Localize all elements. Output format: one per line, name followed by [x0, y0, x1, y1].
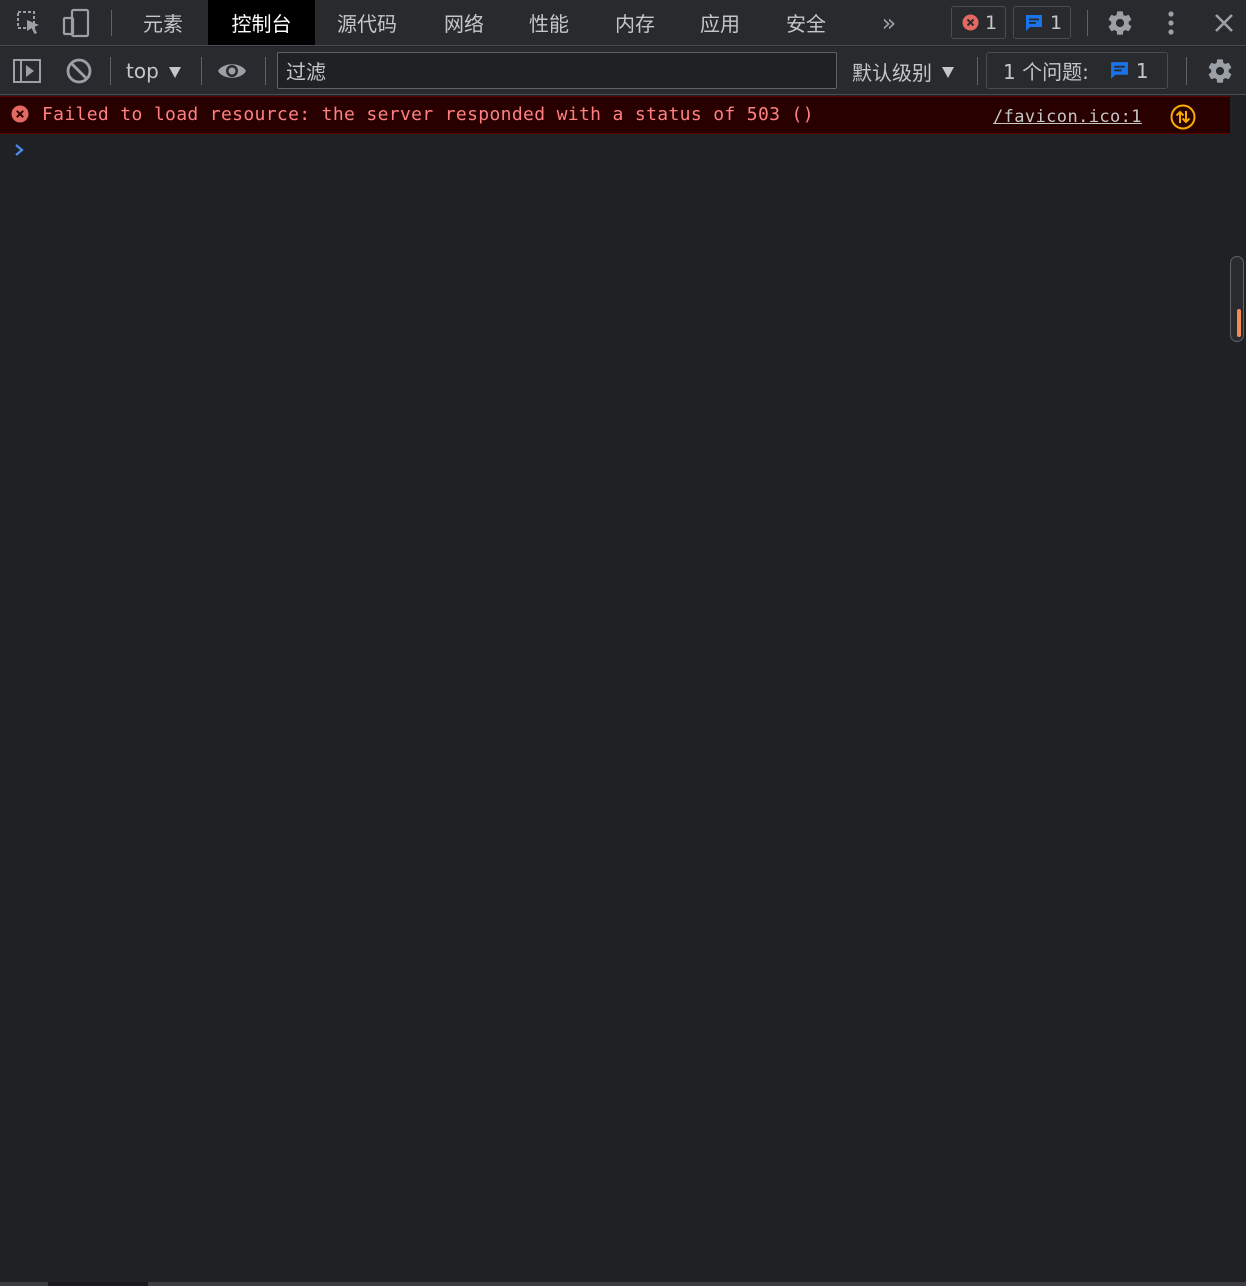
console-prompt: [0, 134, 1230, 168]
toolbar-divider: [977, 57, 978, 85]
close-icon[interactable]: [1208, 7, 1240, 39]
tab-security[interactable]: 安全: [772, 0, 840, 45]
console-input[interactable]: [40, 138, 1220, 164]
scroll-issue-marker: [1237, 309, 1241, 337]
message-count: 1: [1050, 11, 1063, 34]
context-value: top: [126, 59, 159, 83]
prompt-chevron-icon: [15, 144, 24, 156]
bottom-resize-bar[interactable]: [0, 1282, 1246, 1286]
console-messages: Failed to load resource: the server resp…: [0, 96, 1230, 1282]
gear-icon[interactable]: [1204, 55, 1236, 87]
console-scrollbar[interactable]: [1230, 256, 1244, 342]
issues-count: 1: [1135, 58, 1149, 83]
message-counter-button[interactable]: 1: [1013, 6, 1072, 39]
tab-console[interactable]: 控制台: [208, 0, 315, 45]
clear-console-icon[interactable]: [63, 55, 95, 87]
bottom-resize-thumb[interactable]: [48, 1282, 148, 1286]
error-counter-button[interactable]: 1: [951, 6, 1007, 39]
device-toolbar-icon[interactable]: [60, 7, 92, 39]
tab-elements[interactable]: 元素: [129, 0, 197, 45]
message-icon: [1110, 62, 1128, 79]
error-text: Failed to load resource: the server resp…: [42, 104, 814, 125]
toolbar-divider: [1087, 10, 1088, 36]
network-request-icon[interactable]: [1170, 104, 1196, 130]
toolbar-divider: [201, 57, 202, 85]
tab-network[interactable]: 网络: [430, 0, 498, 45]
issues-button[interactable]: 1 个问题: 1: [986, 52, 1168, 89]
inspect-element-icon[interactable]: [13, 7, 45, 39]
show-sidebar-icon[interactable]: [11, 55, 43, 87]
chevron-double-right-icon: »: [881, 9, 897, 37]
log-level-selector[interactable]: 默认级别: [846, 55, 960, 87]
console-toolbar: top 默认级别 1 个问题: 1: [0, 47, 1246, 95]
error-icon: [962, 14, 979, 31]
filter-input[interactable]: [277, 52, 837, 89]
eye-icon[interactable]: [216, 55, 248, 87]
issues-label: 1 个问题:: [1003, 60, 1089, 84]
devtools-tabbar: 元素 控制台 源代码 网络 性能 内存 应用 安全 » 1 1: [0, 0, 1246, 46]
more-tabs-button[interactable]: »: [872, 7, 906, 39]
tab-application[interactable]: 应用: [686, 0, 754, 45]
tab-performance[interactable]: 性能: [515, 0, 583, 45]
toolbar-divider: [1186, 57, 1187, 85]
caret-down-icon: [942, 66, 954, 78]
context-selector[interactable]: top: [120, 55, 187, 87]
kebab-menu-icon[interactable]: [1155, 7, 1187, 39]
gear-icon[interactable]: [1104, 7, 1136, 39]
log-level-value: 默认级别: [852, 60, 932, 85]
caret-down-icon: [168, 66, 181, 78]
console-error-message: Failed to load resource: the server resp…: [0, 96, 1230, 134]
error-icon: [11, 105, 29, 123]
toolbar-divider: [110, 57, 111, 85]
toolbar-divider: [265, 57, 266, 85]
toolbar-divider: [111, 10, 112, 36]
error-source-link[interactable]: /favicon.ico:1: [993, 107, 1142, 127]
tab-memory[interactable]: 内存: [601, 0, 669, 45]
error-count: 1: [985, 11, 998, 34]
message-icon: [1026, 14, 1042, 31]
tab-sources[interactable]: 源代码: [323, 0, 411, 45]
